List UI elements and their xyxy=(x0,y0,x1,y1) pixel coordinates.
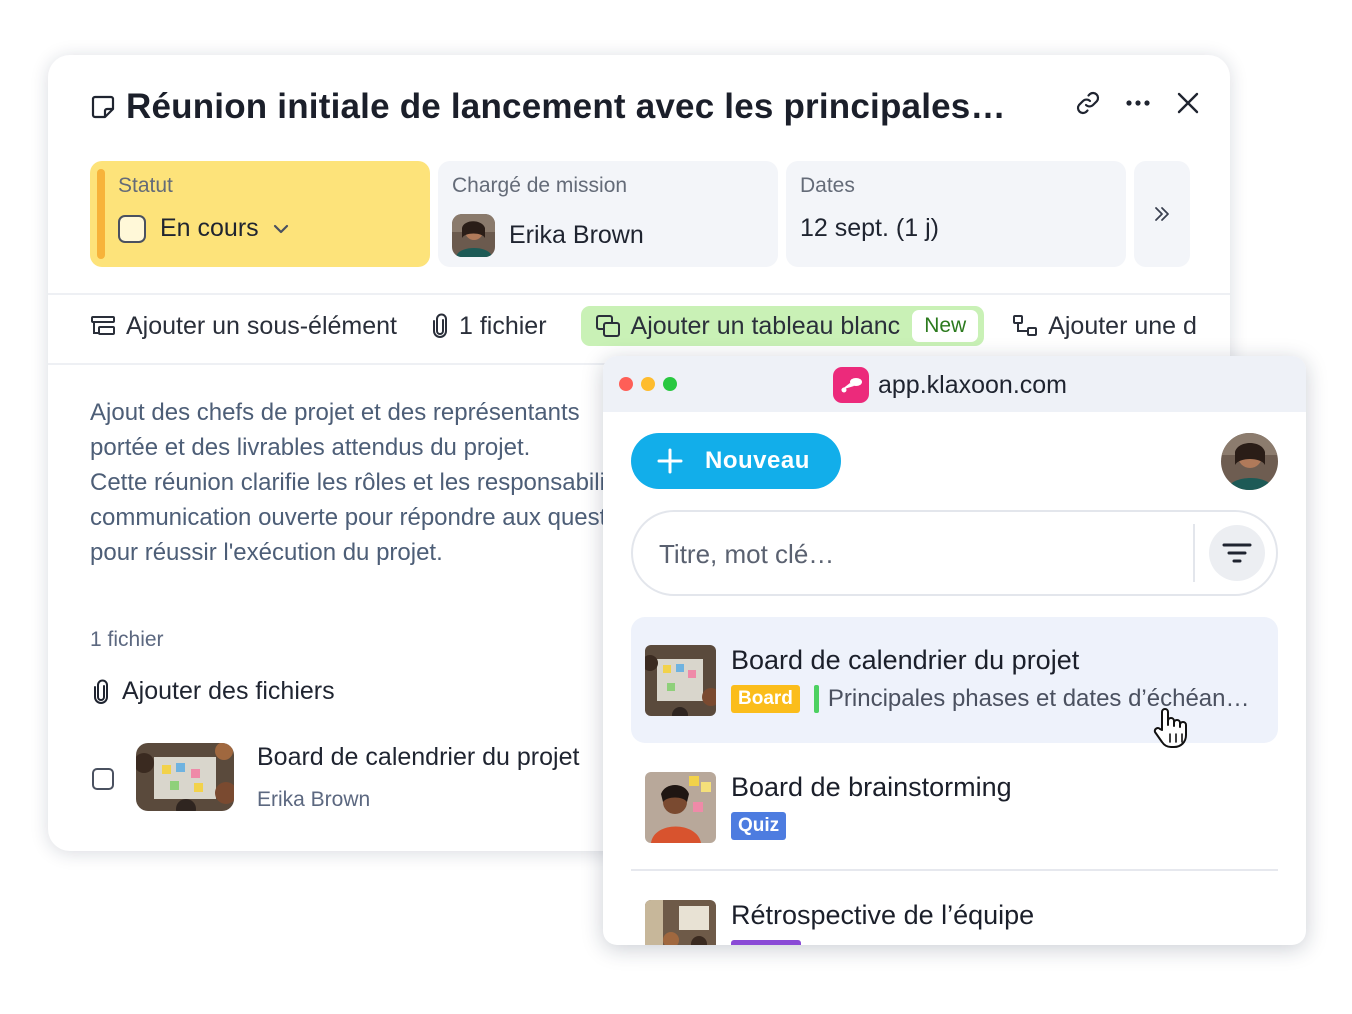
filter-icon xyxy=(1222,543,1252,563)
user-avatar[interactable] xyxy=(1221,433,1278,490)
add-files-label: Ajouter des fichiers xyxy=(122,677,335,705)
new-button-label: Nouveau xyxy=(705,447,810,474)
new-button[interactable]: Nouveau xyxy=(631,433,841,489)
description-line: Ajout des chefs de projet et des représe… xyxy=(90,399,580,426)
subitem-icon xyxy=(91,316,115,335)
item-meta: Board Principales phases et dates d’éché… xyxy=(731,685,1250,713)
dates-label: Dates xyxy=(800,174,855,197)
whiteboard-icon xyxy=(595,315,620,337)
description-line: pour réussir l'exécution du projet. xyxy=(90,539,443,566)
item-title: Board de brainstorming xyxy=(731,772,1012,802)
item-meta xyxy=(731,940,801,945)
dates-value[interactable]: 12 sept. (1 j) xyxy=(800,214,1112,243)
plus-icon xyxy=(657,448,683,474)
list-item[interactable]: Board de brainstorming Quiz xyxy=(631,744,1278,870)
owner-name: Erika Brown xyxy=(509,221,644,249)
action-bar: Ajouter un sous-élément 1 fichier Ajoute… xyxy=(90,306,1230,346)
add-whiteboard-label: Ajouter un tableau blanc xyxy=(630,311,901,340)
files-count: 1 fichier xyxy=(90,628,164,651)
url-bar: app.klaxoon.com xyxy=(833,367,1067,403)
divider xyxy=(631,869,1278,871)
paperclip-icon xyxy=(432,313,447,338)
dates-field[interactable]: Dates 12 sept. (1 j) xyxy=(786,161,1126,267)
list-item[interactable]: Board de calendrier du projet Board Prin… xyxy=(631,617,1278,743)
klaxoon-logo-icon xyxy=(833,367,869,403)
new-badge: New xyxy=(912,310,979,342)
add-dependency-label: Ajouter une d xyxy=(1048,311,1197,340)
add-subitem-label: Ajouter un sous-élément xyxy=(126,311,397,340)
item-thumbnail xyxy=(645,900,716,945)
chevron-down-icon xyxy=(273,224,288,233)
files-button[interactable]: 1 fichier xyxy=(431,312,547,341)
search-input[interactable] xyxy=(659,532,1179,576)
note-icon xyxy=(91,95,115,119)
add-subitem-button[interactable]: Ajouter un sous-élément xyxy=(90,312,397,341)
task-header: Réunion initiale de lancement avec les p… xyxy=(90,85,1202,129)
item-tag xyxy=(731,940,801,945)
status-label: Statut xyxy=(118,174,173,197)
status-bar xyxy=(813,685,819,713)
owner-field[interactable]: Chargé de mission Erika Brown xyxy=(438,161,778,267)
filter-button[interactable] xyxy=(1209,525,1265,581)
task-description[interactable]: Ajout des chefs de projet et des représe… xyxy=(90,395,610,570)
more-options-button[interactable] xyxy=(1124,89,1152,117)
more-fields-button[interactable] xyxy=(1134,161,1190,267)
owner-value[interactable]: Erika Brown xyxy=(452,214,764,257)
item-description: Principales phases et dates d’échéan… xyxy=(827,685,1250,712)
status-value[interactable]: En cours xyxy=(118,214,416,243)
board-tag: Board xyxy=(731,685,800,713)
task-title: Réunion initiale de lancement avec les p… xyxy=(126,87,1006,126)
copy-link-button[interactable] xyxy=(1074,89,1102,117)
file-row[interactable]: Board de calendrier du projet Erika Brow… xyxy=(92,743,612,813)
description-line: communication ouverte pour répondre aux … xyxy=(90,504,610,531)
add-whiteboard-button[interactable]: Ajouter un tableau blanc New xyxy=(580,306,985,346)
description-line: Cette réunion clarifie les rôles et les … xyxy=(90,469,610,496)
status-text: En cours xyxy=(160,214,259,242)
item-thumbnail xyxy=(645,645,716,716)
add-dependency-button[interactable]: Ajouter une d xyxy=(1012,312,1197,341)
klaxoon-popup: app.klaxoon.com Nouveau Titre, mot clé… … xyxy=(603,356,1306,945)
url-text: app.klaxoon.com xyxy=(878,370,1068,399)
divider xyxy=(48,293,1230,295)
item-meta: Quiz xyxy=(731,812,787,840)
quiz-tag: Quiz xyxy=(731,812,787,840)
header-actions xyxy=(1074,89,1202,117)
status-checkbox[interactable] xyxy=(118,214,146,243)
owner-label: Chargé de mission xyxy=(452,174,628,197)
paperclip-icon xyxy=(94,679,108,704)
file-name[interactable]: Board de calendrier du projet xyxy=(257,743,579,772)
add-files-button[interactable]: Ajouter des fichiers xyxy=(92,677,335,706)
description-line: portée et des livrables attendus du proj… xyxy=(90,434,531,461)
dependency-icon xyxy=(1013,315,1038,336)
close-icon xyxy=(1177,92,1199,114)
item-title: Board de calendrier du projet xyxy=(731,645,1080,675)
status-field[interactable]: Statut En cours xyxy=(90,161,430,267)
more-icon xyxy=(1126,100,1150,106)
item-thumbnail xyxy=(645,772,716,843)
double-chevron-right-icon xyxy=(1155,207,1169,221)
close-window-button[interactable] xyxy=(619,377,633,391)
maximize-window-button[interactable] xyxy=(663,377,677,391)
link-icon xyxy=(1076,91,1100,115)
minimize-window-button[interactable] xyxy=(641,377,655,391)
browser-titlebar: app.klaxoon.com xyxy=(603,356,1306,412)
files-label: 1 fichier xyxy=(458,311,547,340)
avatar xyxy=(452,214,495,257)
file-owner: Erika Brown xyxy=(257,788,371,811)
window-controls xyxy=(619,377,677,391)
list-item[interactable]: Rétrospective de l’équipe xyxy=(631,872,1278,945)
item-title: Rétrospective de l’équipe xyxy=(731,900,1035,930)
search-bar xyxy=(631,510,1278,596)
close-button[interactable] xyxy=(1174,89,1202,117)
search-divider xyxy=(1193,524,1195,582)
file-checkbox[interactable] xyxy=(92,768,114,790)
file-thumbnail xyxy=(136,743,234,811)
task-fields: Statut En cours Chargé de mission Erika … xyxy=(90,161,1190,267)
